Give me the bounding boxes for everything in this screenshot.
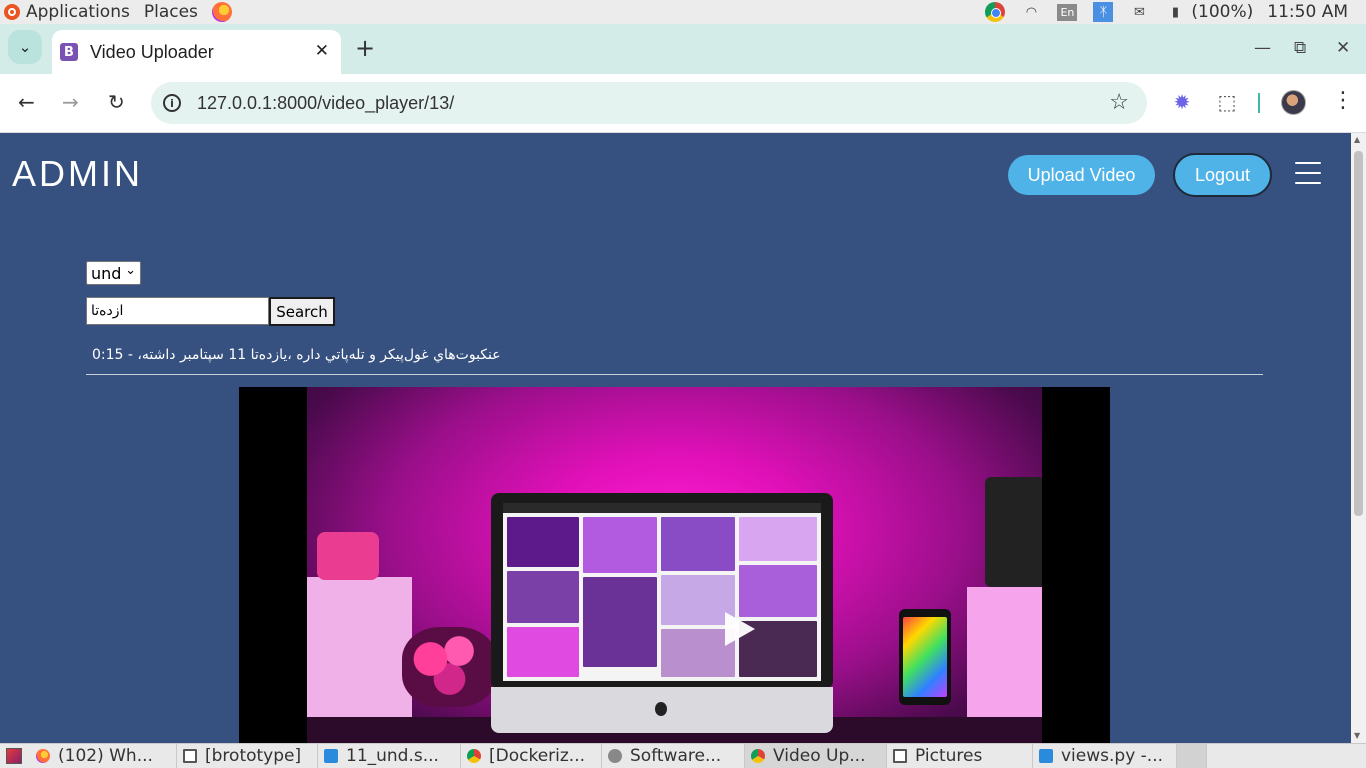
taskbar-chrome-launcher[interactable] <box>1177 743 1207 768</box>
decor-speaker <box>985 477 1042 587</box>
taskbar-item[interactable]: Software... <box>602 743 745 768</box>
vscode-icon <box>1039 749 1053 763</box>
vscode-icon <box>324 749 338 763</box>
chevron-down-icon: ⌄ <box>18 38 32 56</box>
os-menu-bar: Applications Places <box>0 0 232 24</box>
mail-icon[interactable]: ✉ <box>1129 2 1149 22</box>
taskbar-item-label: Pictures <box>915 746 983 766</box>
scrollbar-thumb[interactable] <box>1354 151 1363 516</box>
chrome-icon <box>751 749 765 763</box>
taskbar-item-label: Video Up... <box>773 746 866 766</box>
language-select-value: und <box>91 263 122 283</box>
software-icon <box>608 749 622 763</box>
toolbar-separator <box>1258 93 1260 113</box>
window-icon <box>183 749 197 763</box>
window-icon <box>893 749 907 763</box>
video-player[interactable] <box>239 387 1110 743</box>
decor-box-left <box>307 577 412 727</box>
language-select[interactable]: und ⌄ <box>86 261 141 285</box>
hamburger-menu-icon[interactable] <box>1295 162 1321 184</box>
taskbar-item[interactable]: [Dockeriz... <box>461 743 602 768</box>
decor-box-right <box>967 587 1042 727</box>
search-button[interactable]: Search <box>269 297 335 326</box>
wifi-icon[interactable]: ◠ <box>1021 2 1041 22</box>
decor-phone <box>899 609 951 705</box>
chrome-icon[interactable] <box>985 2 1006 22</box>
chrome-icon <box>467 749 481 763</box>
tab-search-button[interactable]: ⌄ <box>8 30 42 64</box>
video-thumbnail <box>307 387 1042 743</box>
logout-button[interactable]: Logout <box>1173 153 1272 197</box>
os-taskbar: (102) Wh... [brototype] 11_und.s... [Doc… <box>0 743 1366 768</box>
taskbar-item-label: Software... <box>630 746 722 766</box>
profile-avatar[interactable] <box>1281 90 1306 115</box>
brand-logo[interactable]: ADMIN <box>12 153 143 195</box>
taskbar-item[interactable]: [brototype] <box>177 743 318 768</box>
scroll-down-arrow-icon[interactable]: ▼ <box>1354 731 1360 740</box>
os-top-panel: Applications Places ◠ En ᛡ ✉ ▮ (100%) 11… <box>0 0 1366 24</box>
battery-icon[interactable]: ▮ <box>1165 2 1185 22</box>
show-desktop-icon[interactable] <box>6 748 22 764</box>
reload-icon[interactable]: ↻ <box>108 91 125 113</box>
decor-camera <box>317 532 379 580</box>
restore-icon[interactable]: ⧉ <box>1294 38 1306 58</box>
ubuntu-logo-icon[interactable] <box>4 4 20 20</box>
firefox-icon <box>36 749 50 763</box>
close-tab-icon[interactable]: ✕ <box>315 41 329 61</box>
close-window-icon[interactable]: ✕ <box>1336 38 1350 58</box>
taskbar-item-label: 11_und.s... <box>346 746 439 766</box>
result-text[interactable]: عنکبوت‌هاي غول‌پيکر و تله‌پاتي داره ،ياز… <box>92 347 501 363</box>
page-scrollbar[interactable]: ▲ ▼ <box>1351 133 1366 743</box>
taskbar-item-label: [Dockeriz... <box>489 746 586 766</box>
keyboard-layout-icon[interactable]: En <box>1057 3 1078 21</box>
address-bar[interactable]: i 127.0.0.1:8000/video_player/13/ ☆ <box>151 82 1147 124</box>
apple-logo-icon <box>491 687 833 733</box>
battery-percent: (100%) <box>1191 2 1254 22</box>
search-input[interactable]: ازده‌تا <box>86 297 269 325</box>
taskbar-item[interactable]: 11_und.s... <box>318 743 461 768</box>
taskbar-item-label: (102) Wh... <box>58 746 153 766</box>
back-arrow-icon[interactable]: ← <box>18 91 35 113</box>
applications-menu[interactable]: Applications <box>26 2 130 22</box>
os-system-tray: ◠ En ᛡ ✉ ▮ (100%) 11:50 AM <box>985 0 1366 24</box>
extension-gear-icon[interactable]: ✹ <box>1170 90 1194 114</box>
new-tab-plus-icon[interactable]: + <box>355 36 375 60</box>
firefox-launcher-icon[interactable] <box>211 2 232 22</box>
taskbar-item-label: views.py -... <box>1061 746 1164 766</box>
play-icon[interactable] <box>725 612 755 646</box>
tab-title: Video Uploader <box>90 41 214 62</box>
browser-menu-kebab-icon[interactable]: ⋮ <box>1332 88 1354 113</box>
decor-flowers <box>402 627 497 707</box>
site-info-icon[interactable]: i <box>163 94 181 112</box>
decor-monitor <box>491 493 833 689</box>
divider <box>86 374 1263 375</box>
monitor-screen <box>503 503 821 681</box>
forward-arrow-icon[interactable]: → <box>62 91 79 113</box>
bluetooth-icon[interactable]: ᛡ <box>1093 2 1114 22</box>
browser-toolbar: ← → ↻ i 127.0.0.1:8000/video_player/13/ … <box>0 74 1366 133</box>
url-text[interactable]: 127.0.0.1:8000/video_player/13/ <box>197 93 454 114</box>
places-menu[interactable]: Places <box>144 2 198 22</box>
chevron-down-icon: ⌄ <box>125 263 136 278</box>
scroll-up-arrow-icon[interactable]: ▲ <box>1354 135 1360 144</box>
taskbar-item[interactable]: views.py -... <box>1033 743 1177 768</box>
tab-strip: ⌄ B Video Uploader ✕ + — ⧉ ✕ <box>0 24 1366 74</box>
taskbar-item[interactable]: Pictures <box>887 743 1033 768</box>
taskbar-item-label: [brototype] <box>205 746 302 766</box>
bootstrap-favicon-icon: B <box>60 43 78 61</box>
page-content: ADMIN Upload Video Logout und ⌄ ازده‌تا … <box>0 133 1351 743</box>
extensions-puzzle-icon[interactable]: ⬚ <box>1215 90 1239 114</box>
search-result[interactable]: عنکبوت‌هاي غول‌پيکر و تله‌پاتي داره ،ياز… <box>86 345 1263 375</box>
taskbar-item[interactable]: (102) Wh... <box>30 743 177 768</box>
clock[interactable]: 11:50 AM <box>1267 2 1348 22</box>
taskbar-item-active[interactable]: Video Up... <box>745 743 887 768</box>
upload-video-button[interactable]: Upload Video <box>1008 155 1155 195</box>
search-input-value: ازده‌تا <box>91 303 124 319</box>
tab-video-uploader[interactable]: B Video Uploader ✕ <box>52 30 341 74</box>
minimize-icon[interactable]: — <box>1254 38 1271 58</box>
bookmark-star-icon[interactable]: ☆ <box>1109 90 1129 115</box>
